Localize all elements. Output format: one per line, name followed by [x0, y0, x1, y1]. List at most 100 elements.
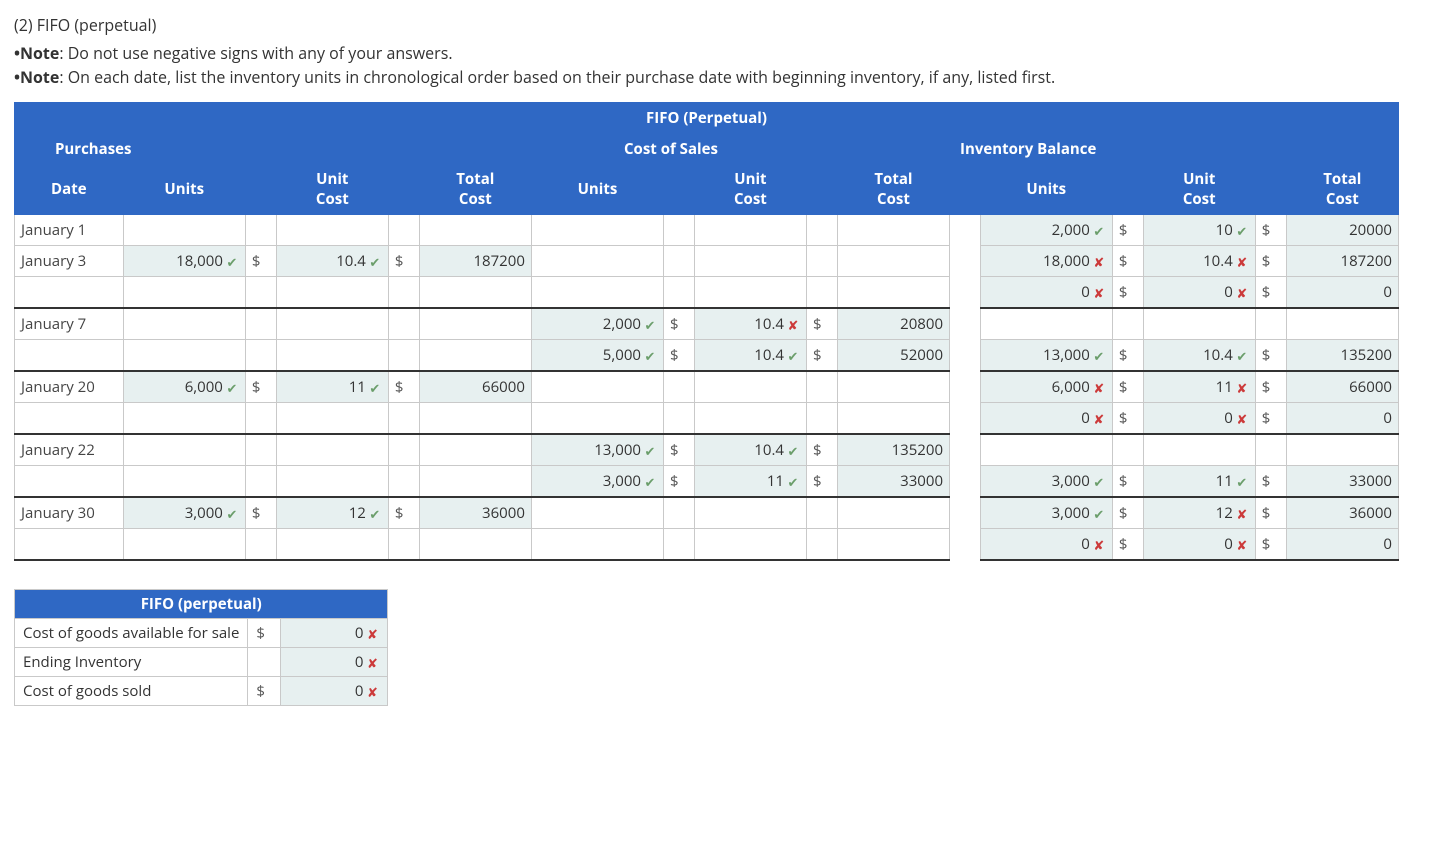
summary-input[interactable]: 0 [281, 619, 388, 648]
answer-input[interactable]: 18,000 [123, 246, 245, 277]
answer-input[interactable]: 12 [1143, 497, 1255, 529]
answer-input[interactable]: 10.4 [694, 434, 806, 466]
calc-value: 66000 [1286, 371, 1398, 403]
x-icon [1092, 379, 1106, 397]
summary-input[interactable]: 0 [281, 648, 388, 677]
currency-symbol: $ [1112, 497, 1143, 529]
table-row: January 2213,000$10.4$135200 [15, 434, 1399, 466]
date-cell [15, 277, 124, 309]
group-header-purchases: Purchases [15, 134, 389, 165]
currency-symbol: $ [806, 434, 837, 466]
answer-input[interactable]: 2,000 [980, 214, 1112, 246]
currency-symbol: $ [1255, 340, 1286, 372]
summary-input[interactable]: 0 [281, 677, 388, 706]
currency-symbol: $ [1255, 277, 1286, 309]
answer-input[interactable]: 10.4 [276, 246, 388, 277]
answer-input[interactable]: 3,000 [980, 466, 1112, 498]
date-cell [15, 529, 124, 561]
currency-symbol [806, 371, 837, 403]
answer-input[interactable]: 11 [1143, 371, 1255, 403]
summary-label: Cost of goods available for sale [15, 619, 248, 648]
answer-input[interactable]: 5,000 [531, 340, 663, 372]
x-icon [365, 683, 379, 701]
date-cell [15, 466, 124, 498]
answer-input[interactable]: 10.4 [694, 308, 806, 340]
answer-input[interactable]: 0 [980, 529, 1112, 561]
currency-symbol [388, 214, 419, 246]
calc-value: 0 [1286, 403, 1398, 435]
currency-symbol: $ [664, 466, 695, 498]
summary-label: Ending Inventory [15, 648, 248, 677]
currency-symbol [664, 497, 695, 529]
date-cell: January 1 [15, 214, 124, 246]
answer-input[interactable]: 0 [1143, 529, 1255, 561]
answer-input[interactable]: 11 [1143, 466, 1255, 498]
answer-input[interactable]: 10.4 [1143, 246, 1255, 277]
date-cell [15, 340, 124, 372]
answer-input[interactable]: 2,000 [531, 308, 663, 340]
answer-input[interactable]: 3,000 [980, 497, 1112, 529]
currency-symbol [1112, 434, 1143, 466]
date-cell [15, 403, 124, 435]
currency-symbol [1255, 308, 1286, 340]
check-icon [225, 505, 239, 523]
answer-input[interactable]: 10.4 [1143, 340, 1255, 372]
currency-symbol: $ [664, 308, 695, 340]
check-icon [1235, 222, 1249, 240]
currency-symbol: $ [1255, 371, 1286, 403]
column-headers: Date Units UnitCost TotalCost Units Unit… [15, 165, 1399, 215]
answer-input[interactable]: 6,000 [980, 371, 1112, 403]
answer-input[interactable]: 10.4 [694, 340, 806, 372]
currency-symbol: $ [248, 619, 281, 648]
table-row: 0$0$0 [15, 529, 1399, 561]
note-2: •Note: On each date, list the inventory … [14, 66, 1424, 88]
answer-input[interactable]: 3,000 [123, 497, 245, 529]
answer-input[interactable]: 13,000 [531, 434, 663, 466]
currency-symbol: $ [1255, 246, 1286, 277]
currency-symbol: $ [1255, 403, 1286, 435]
currency-symbol: $ [245, 371, 276, 403]
answer-input[interactable]: 0 [980, 403, 1112, 435]
answer-input[interactable]: 6,000 [123, 371, 245, 403]
currency-symbol [664, 214, 695, 246]
date-cell: January 7 [15, 308, 124, 340]
currency-symbol: $ [806, 308, 837, 340]
summary-table: FIFO (perpetual) Cost of goods available… [14, 589, 388, 706]
answer-input[interactable]: 0 [1143, 277, 1255, 309]
currency-symbol: $ [388, 497, 419, 529]
table-row: 5,000$10.4$5200013,000$10.4$135200 [15, 340, 1399, 372]
summary-row: Ending Inventory 0 [15, 648, 388, 677]
check-icon [786, 347, 800, 365]
group-header-inv: Inventory Balance [950, 134, 1399, 165]
check-icon [786, 473, 800, 491]
answer-input[interactable]: 18,000 [980, 246, 1112, 277]
table-row: 0$0$0 [15, 403, 1399, 435]
answer-input[interactable]: 13,000 [980, 340, 1112, 372]
currency-symbol: $ [1112, 214, 1143, 246]
table-top-header: FIFO (Perpetual) [15, 103, 1399, 134]
answer-input[interactable]: 0 [980, 277, 1112, 309]
currency-symbol [388, 403, 419, 435]
currency-symbol [664, 403, 695, 435]
currency-symbol [1112, 308, 1143, 340]
currency-symbol [664, 277, 695, 309]
answer-input[interactable]: 11 [276, 371, 388, 403]
answer-input[interactable]: 3,000 [531, 466, 663, 498]
currency-symbol: $ [388, 371, 419, 403]
check-icon [643, 473, 657, 491]
x-icon [1092, 284, 1106, 302]
summary-label: Cost of goods sold [15, 677, 248, 706]
currency-symbol [245, 434, 276, 466]
check-icon [368, 379, 382, 397]
currency-symbol [245, 308, 276, 340]
check-icon [786, 442, 800, 460]
check-icon [643, 347, 657, 365]
answer-input[interactable]: 11 [694, 466, 806, 498]
answer-input[interactable]: 10 [1143, 214, 1255, 246]
currency-symbol [664, 246, 695, 277]
calc-value: 52000 [837, 340, 949, 372]
answer-input[interactable]: 12 [276, 497, 388, 529]
currency-symbol: $ [245, 246, 276, 277]
currency-symbol [806, 214, 837, 246]
answer-input[interactable]: 0 [1143, 403, 1255, 435]
